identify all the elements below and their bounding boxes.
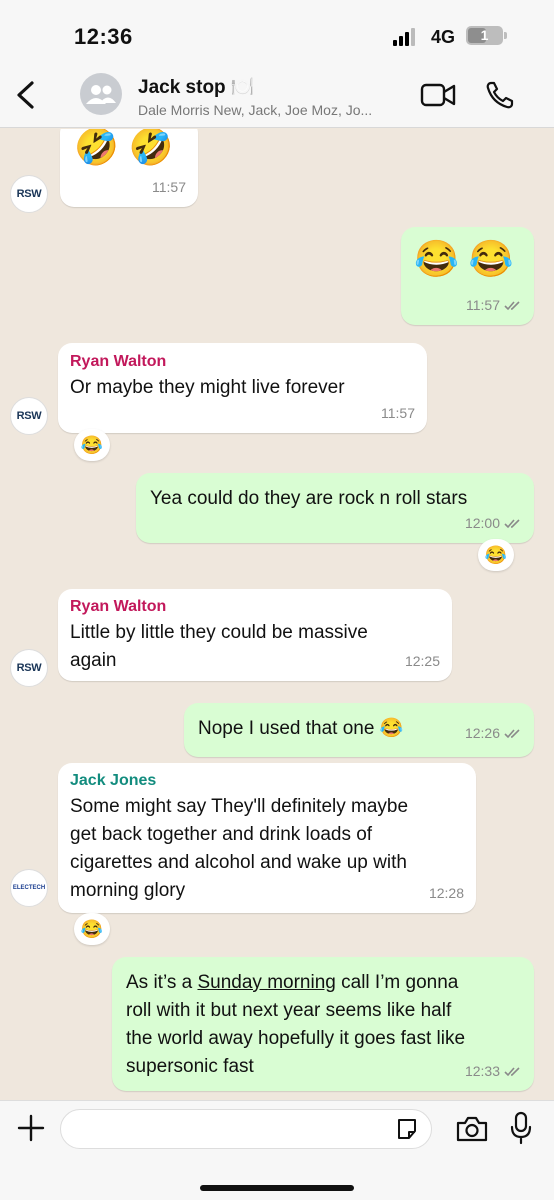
message-text: Nope I used that one 😂	[198, 718, 404, 739]
network-label: 4G	[431, 27, 456, 47]
attach-plus-icon[interactable]	[16, 1113, 46, 1143]
battery-level: 1	[480, 27, 489, 43]
message-bubble[interactable]: Nope I used that one 😂 12:26	[184, 703, 534, 757]
reaction[interactable]: 😂	[478, 539, 514, 571]
message-bubble[interactable]: Ryan Walton Or maybe they might live for…	[58, 343, 427, 433]
read-ticks-icon	[504, 300, 520, 310]
avatar[interactable]: RSW	[10, 649, 48, 687]
message-time: 11:57	[466, 291, 522, 319]
message-text-line: Some might say They'll definitely maybe	[70, 796, 409, 817]
message-time: 11:57	[152, 179, 186, 195]
sender-name: Ryan Walton	[70, 353, 167, 370]
message-text: Or maybe they might live forever	[70, 377, 345, 398]
message-time: 12:33	[465, 1057, 522, 1085]
back-chevron-icon[interactable]	[12, 80, 40, 110]
group-avatar-icon[interactable]	[80, 73, 122, 115]
message-bubble[interactable]: 🤣 🤣 11:57	[60, 129, 198, 207]
avatar[interactable]: ELECTECH	[10, 869, 48, 907]
home-indicator	[200, 1185, 354, 1191]
message-text-line: supersonic fast	[126, 1056, 254, 1077]
sticker-icon[interactable]	[395, 1117, 419, 1141]
sender-name: Jack Jones	[70, 772, 157, 789]
message-input[interactable]	[60, 1109, 432, 1149]
message-time: 12:00	[465, 509, 522, 537]
message-text: 🤣 🤣	[74, 129, 174, 167]
composer-bar	[0, 1100, 554, 1200]
status-bar: 12:36 4G 1	[0, 0, 554, 62]
signal-icon	[393, 28, 419, 46]
chat-header: Jack stop 🍽️ Dale Morris New, Jack, Joe …	[0, 62, 554, 128]
voice-call-icon[interactable]	[485, 80, 515, 110]
sender-name: Ryan Walton	[70, 598, 167, 615]
message-bubble[interactable]: 😂 😂 11:57	[401, 227, 534, 325]
chat-area[interactable]: RSW 🤣 🤣 11:57 😂 😂 11:57 RSW Ryan Walton …	[0, 129, 554, 1100]
camera-icon[interactable]	[455, 1115, 489, 1143]
message-bubble[interactable]: Yea could do they are rock n roll stars …	[136, 473, 534, 543]
read-ticks-icon	[504, 728, 520, 738]
reaction[interactable]: 😂	[74, 913, 110, 945]
video-call-icon[interactable]	[420, 82, 456, 108]
message-time: 11:57	[381, 405, 415, 421]
message-text-line: As it’s a Sunday morning call I’m gonna	[126, 972, 459, 993]
message-text-line: get back together and drink loads of	[70, 824, 373, 845]
microphone-icon[interactable]	[509, 1111, 533, 1145]
chat-members[interactable]: Dale Morris New, Jack, Joe Moz, Jo...	[138, 102, 372, 118]
message-text-line: the world away hopefully it goes fast li…	[126, 1028, 466, 1049]
message-time: 12:28	[428, 885, 464, 901]
message-text-line: cigarettes and alcohol and wake up with	[70, 852, 407, 873]
message-text-line: again	[70, 650, 117, 671]
avatar[interactable]: RSW	[10, 175, 48, 213]
battery-icon: 1	[466, 26, 507, 45]
message-text-line: morning glory	[70, 880, 186, 901]
chat-title[interactable]: Jack stop 🍽️	[138, 75, 255, 99]
message-bubble[interactable]: Ryan Walton Little by little they could …	[58, 589, 452, 681]
read-ticks-icon	[504, 518, 520, 528]
clock: 12:36	[74, 24, 133, 49]
read-ticks-icon	[504, 1066, 520, 1076]
message-text-line: Little by little they could be massive	[70, 622, 368, 643]
date-link[interactable]: Sunday morning	[197, 972, 335, 993]
avatar[interactable]: RSW	[10, 397, 48, 435]
message-text: Yea could do they are rock n roll stars	[150, 488, 468, 509]
message-bubble[interactable]: As it’s a Sunday morning call I’m gonna …	[112, 957, 534, 1091]
message-bubble[interactable]: Jack Jones Some might say They'll defini…	[58, 763, 476, 913]
reaction[interactable]: 😂	[74, 429, 110, 461]
message-time: 12:25	[404, 653, 440, 669]
message-text-line: roll with it but next year seems like ha…	[126, 1000, 452, 1021]
message-time: 12:26	[465, 719, 522, 747]
message-text: 😂 😂	[414, 238, 514, 279]
